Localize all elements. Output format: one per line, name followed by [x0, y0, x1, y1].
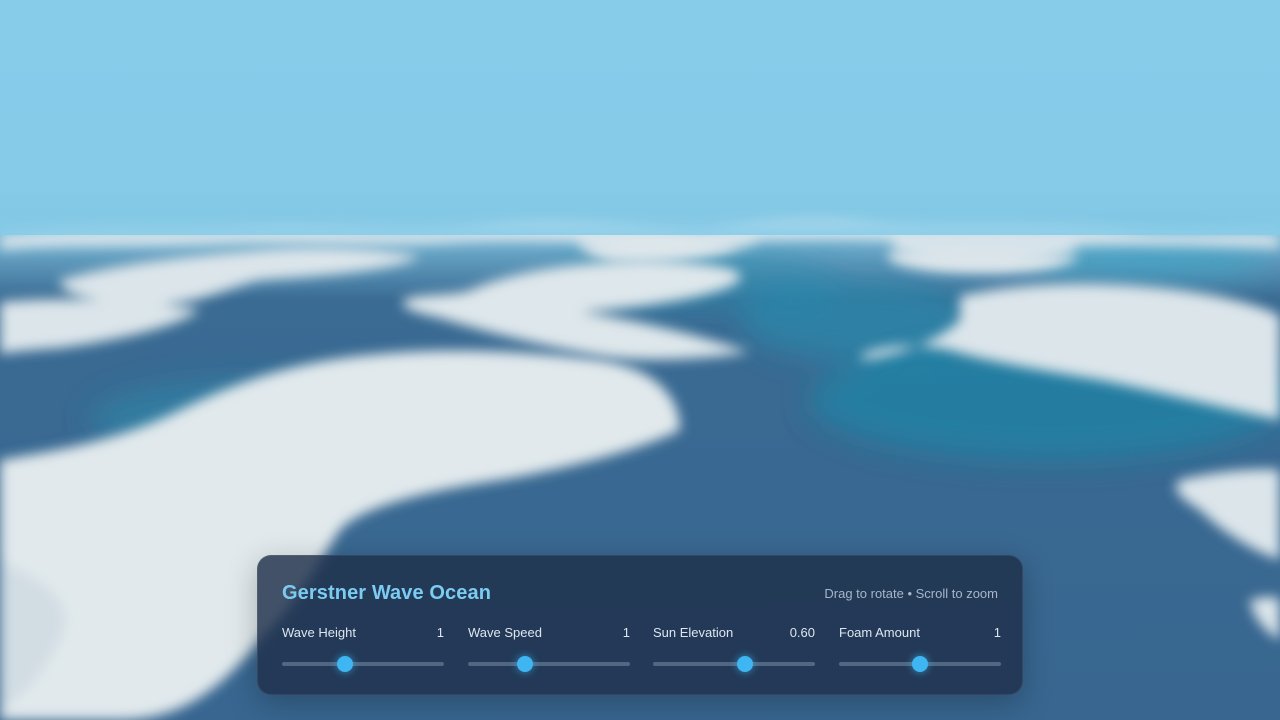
wave-height-value: 1 — [436, 625, 444, 640]
sun-elevation-value: 0.60 — [789, 625, 815, 640]
interaction-hint: Drag to rotate • Scroll to zoom — [824, 586, 998, 601]
wave-height-label: Wave Height — [282, 625, 356, 640]
foam-amount-slider-thumb[interactable] — [912, 656, 928, 672]
wave-height-slider-thumb[interactable] — [337, 656, 354, 672]
sun-elevation-control: Sun Elevation 0.60 — [653, 623, 815, 679]
wave-height-slider[interactable] — [282, 656, 444, 672]
foam-amount-label: Foam Amount — [839, 625, 920, 640]
wave-speed-value: 1 — [622, 625, 630, 640]
controls-panel: Gerstner Wave Ocean Drag to rotate • Scr… — [257, 555, 1023, 695]
wave-speed-label: Wave Speed — [468, 625, 542, 640]
foam-left-mid — [0, 247, 420, 354]
sun-elevation-slider[interactable] — [653, 656, 815, 672]
wave-speed-slider-thumb[interactable] — [516, 656, 533, 672]
wave-speed-slider[interactable] — [468, 656, 630, 672]
sun-elevation-label: Sun Elevation — [653, 625, 734, 640]
wave-height-control: Wave Height 1 — [282, 623, 444, 679]
wave-speed-control: Wave Speed 1 — [468, 623, 630, 679]
horizon-haze — [0, 190, 1280, 235]
foam-amount-control: Foam Amount 1 — [839, 623, 1001, 679]
foam-amount-value: 1 — [993, 625, 1001, 640]
foam-amount-slider[interactable] — [839, 656, 1001, 672]
panel-title: Gerstner Wave Ocean — [282, 582, 492, 604]
sun-elevation-slider-thumb[interactable] — [737, 656, 754, 672]
